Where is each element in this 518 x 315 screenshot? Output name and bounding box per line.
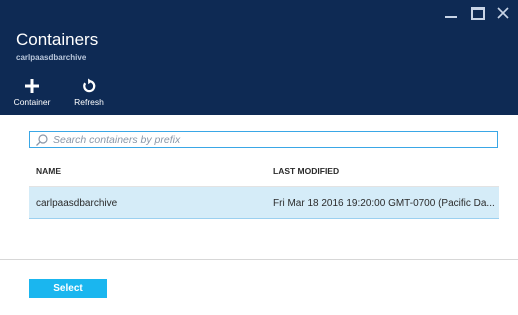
blade-title: Containers: [16, 30, 99, 49]
refresh-button[interactable]: Refresh: [67, 78, 111, 107]
column-header-last-modified[interactable]: LAST MODIFIED: [273, 166, 339, 176]
blade-header: Containers carlpaasdbarchive Container R…: [0, 0, 518, 115]
column-header-name[interactable]: NAME: [36, 166, 61, 176]
add-container-button[interactable]: Container: [10, 78, 54, 107]
cell-last-modified: Fri Mar 18 2016 19:20:00 GMT-0700 (Pacif…: [273, 198, 495, 209]
blade-subtitle: carlpaasdbarchive: [16, 53, 87, 62]
search-container: [29, 131, 498, 148]
search-input[interactable]: [53, 133, 497, 146]
table-row[interactable]: carlpaasdbarchive Fri Mar 18 2016 19:20:…: [29, 187, 499, 219]
footer-divider: [0, 259, 518, 260]
minimize-icon[interactable]: [444, 6, 458, 20]
refresh-icon: [67, 78, 111, 94]
plus-icon: [10, 78, 54, 94]
cell-name: carlpaasdbarchive: [36, 198, 118, 209]
window-controls: [444, 6, 510, 20]
close-icon[interactable]: [496, 6, 510, 20]
select-button[interactable]: Select: [29, 279, 107, 298]
maximize-icon[interactable]: [470, 6, 485, 20]
add-container-label: Container: [13, 97, 51, 107]
search-icon: [35, 133, 49, 147]
refresh-label: Refresh: [74, 97, 104, 107]
